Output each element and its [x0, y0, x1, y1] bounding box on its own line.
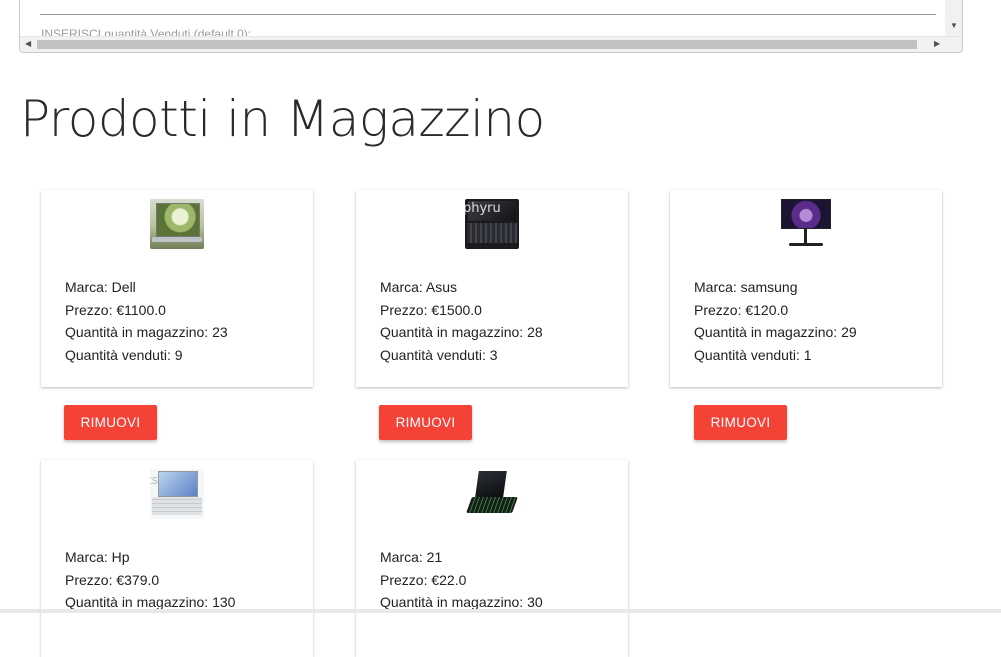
horizontal-scrollbar[interactable]: ◀ ▶ [20, 36, 962, 52]
product-info: Marca: 21 Prezzo: €22.0 Quantità in maga… [380, 546, 543, 614]
page-title: Prodotti in Magazzino [20, 90, 545, 148]
product-price: Prezzo: €1100.0 [65, 301, 166, 318]
product-card: Marca: samsung Prezzo: €120.0 Quantità i… [670, 190, 942, 387]
scroll-left-arrow-icon[interactable]: ◀ [25, 39, 31, 48]
product-image-caption: phyru [465, 201, 501, 216]
product-image [779, 199, 833, 249]
product-price: Prezzo: €1500.0 [380, 301, 482, 318]
bottom-scroll-edge [0, 609, 1001, 613]
product-image [150, 199, 204, 249]
product-brand: Marca: samsung [694, 279, 798, 295]
frame-content: INSERISCI quantità Venduti (default 0): [20, 0, 946, 36]
product-info: Marca: Dell Prezzo: €1100.0 Quantità in … [65, 276, 228, 366]
input-underline [40, 14, 936, 15]
scroll-down-arrow-icon[interactable]: ▼ [950, 22, 958, 30]
product-price: Prezzo: €22.0 [380, 571, 467, 588]
product-image: phyru [465, 199, 519, 249]
product-stock: Quantità in magazzino: 29 [694, 324, 857, 340]
product-card: Marca: 21 Prezzo: €22.0 Quantità in maga… [356, 460, 628, 657]
product-card: ts Marca: Hp Prezzo: €379.0 Quantità in … [41, 460, 313, 657]
remove-button[interactable]: RIMUOVI [694, 405, 787, 440]
product-info: Marca: samsung Prezzo: €120.0 Quantità i… [694, 276, 857, 366]
product-image-caption: ts [150, 473, 158, 487]
product-card: phyru Marca: Asus Prezzo: €1500.0 Quanti… [356, 190, 628, 387]
product-info: Marca: Asus Prezzo: €1500.0 Quantità in … [380, 276, 543, 366]
vertical-scrollbar[interactable]: ▼ [945, 0, 962, 36]
product-sold: Quantità venduti: 3 [380, 346, 498, 363]
sold-quantity-input[interactable]: INSERISCI quantità Venduti (default 0): [41, 27, 251, 36]
remove-button[interactable]: RIMUOVI [64, 405, 157, 440]
product-price: Prezzo: €379.0 [65, 571, 160, 588]
product-sold: Quantità venduti: 1 [694, 346, 812, 363]
product-brand: Marca: Dell [65, 279, 136, 295]
product-brand: Marca: 21 [380, 549, 443, 565]
product-stock: Quantità in magazzino: 28 [380, 324, 543, 340]
top-input-frame[interactable]: INSERISCI quantità Venduti (default 0): … [19, 0, 963, 53]
product-image: ts [150, 469, 204, 519]
product-info: Marca: Hp Prezzo: €379.0 Quantità in mag… [65, 546, 235, 614]
product-image [465, 469, 519, 519]
product-sold: Quantità venduti: 9 [65, 346, 183, 363]
scrollbar-thumb[interactable] [37, 40, 917, 49]
remove-button[interactable]: RIMUOVI [379, 405, 472, 440]
product-stock: Quantità in magazzino: 23 [65, 324, 228, 340]
product-card: Marca: Dell Prezzo: €1100.0 Quantità in … [41, 190, 313, 387]
product-brand: Marca: Hp [65, 549, 130, 565]
product-brand: Marca: Asus [380, 279, 458, 295]
scroll-right-arrow-icon[interactable]: ▶ [934, 39, 940, 48]
product-price: Prezzo: €120.0 [694, 301, 789, 318]
